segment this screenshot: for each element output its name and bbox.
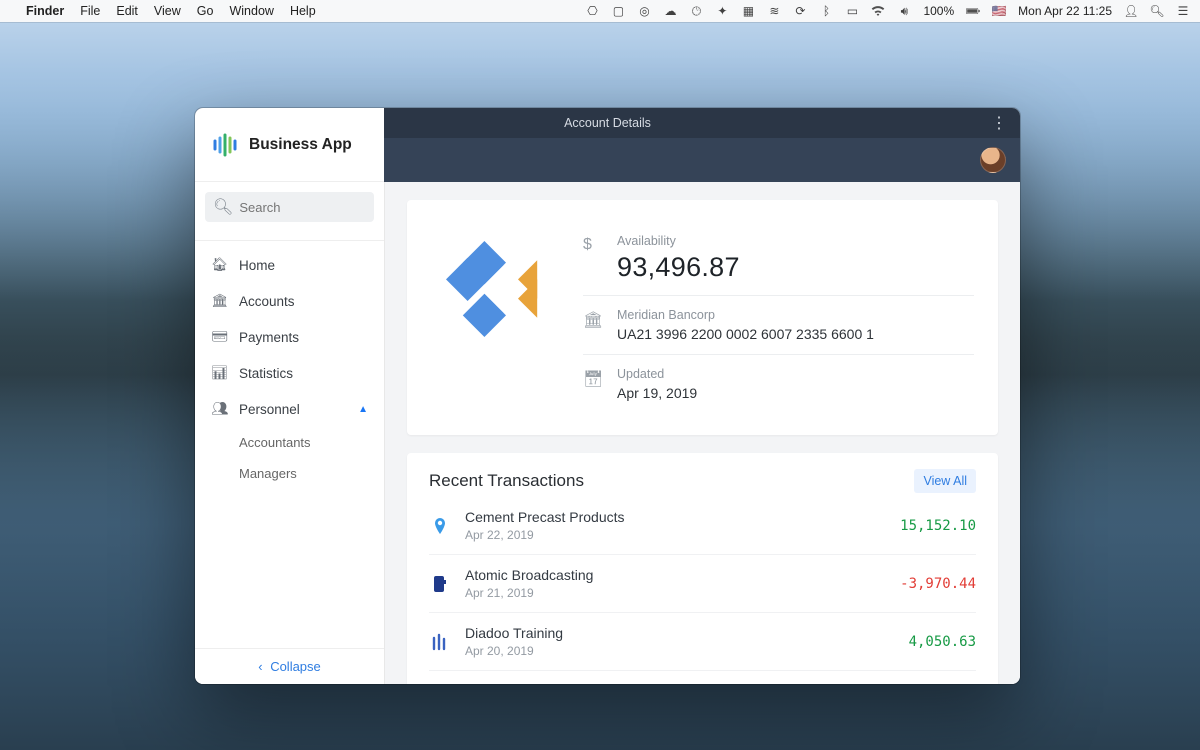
sidebar-header: Business App	[195, 108, 384, 182]
bank-icon: 🏛︎	[583, 308, 603, 342]
menu-window[interactable]: Window	[229, 4, 273, 18]
sidebar: Business App 🔍︎ 🏠︎ Home 🏛︎ Accounts	[195, 182, 385, 684]
collapse-label: Collapse	[270, 659, 321, 674]
transactions-card: Recent Transactions View All Cement Prec…	[407, 453, 998, 684]
transaction-date: Apr 22, 2019	[465, 528, 886, 542]
spotlight-icon[interactable]: 🔍︎	[1150, 4, 1164, 18]
account-logo-icon	[431, 226, 557, 352]
menu-help[interactable]: Help	[290, 4, 316, 18]
calendar-icon: 📅︎	[583, 367, 603, 401]
dropbox-icon[interactable]: ⎔	[585, 4, 599, 18]
sync-icon[interactable]: ⟳	[793, 4, 807, 18]
app-logo-icon	[211, 131, 239, 159]
list-icon[interactable]: ☰	[1176, 4, 1190, 18]
updated-label: Updated	[617, 367, 697, 381]
app-window: Account Details ⋮ ← Lafayette Printing	[195, 108, 1020, 684]
sidebar-item-label: Payments	[239, 330, 299, 345]
availability-label: Availability	[617, 234, 740, 248]
transaction-name: Cement Precast Products	[465, 509, 886, 525]
main-content: $ Availability 93,496.87 🏛︎ Meridian Ban…	[385, 182, 1020, 684]
transaction-amount: 4,050.63	[909, 634, 976, 650]
home-icon: 🏠︎	[211, 257, 227, 273]
transaction-name: Diadoo Training	[465, 625, 895, 641]
sidebar-item-accounts[interactable]: 🏛︎ Accounts	[195, 283, 384, 319]
sidebar-subitem-accountants[interactable]: Accountants	[195, 427, 384, 458]
display-icon[interactable]: ▭	[845, 4, 859, 18]
grid-icon[interactable]: ▦	[741, 4, 755, 18]
search-input[interactable]	[239, 200, 366, 215]
menu-file[interactable]: File	[80, 4, 100, 18]
updated-value: Apr 19, 2019	[617, 385, 697, 401]
menu-go[interactable]: Go	[197, 4, 214, 18]
waves-icon[interactable]: ≋	[767, 4, 781, 18]
search-icon: 🔍︎	[213, 197, 233, 217]
sidebar-item-label: Statistics	[239, 366, 293, 381]
transaction-amount: -3,970.44	[900, 576, 976, 592]
search-input-wrap[interactable]: 🔍︎	[205, 192, 374, 222]
payment-icon: 💳︎	[211, 329, 227, 345]
transaction-row[interactable]: Atomic Broadcasting Apr 21, 2019 -3,970.44	[429, 554, 976, 612]
sidebar-item-label: Home	[239, 258, 275, 273]
bank-name: Meridian Bancorp	[617, 308, 874, 322]
transaction-icon	[429, 631, 451, 653]
sidebar-item-label: Accounts	[239, 294, 295, 309]
account-summary-card: $ Availability 93,496.87 🏛︎ Meridian Ban…	[407, 200, 998, 435]
transaction-amount: 15,152.10	[900, 518, 976, 534]
sidebar-item-personnel[interactable]: 👥︎ Personnel ▲	[195, 391, 384, 427]
caret-up-icon: ▲	[358, 404, 368, 415]
bank-icon: 🏛︎	[211, 293, 227, 309]
menubar-app-name[interactable]: Finder	[26, 4, 64, 18]
sidebar-item-home[interactable]: 🏠︎ Home	[195, 247, 384, 283]
chevron-left-icon: ‹	[258, 659, 262, 674]
sidebar-item-payments[interactable]: 💳︎ Payments	[195, 319, 384, 355]
wifi-icon[interactable]	[871, 4, 885, 18]
flame-icon[interactable]: ✦	[715, 4, 729, 18]
transaction-row[interactable]: Diadoo Training Apr 20, 2019 4,050.63	[429, 612, 976, 670]
record-icon[interactable]: ▢	[611, 4, 625, 18]
availability-value: 93,496.87	[617, 252, 740, 283]
personnel-icon: 👥︎	[211, 401, 227, 417]
macos-menubar: Finder File Edit View Go Window Help ⎔ ▢…	[0, 0, 1200, 22]
transaction-icon	[429, 573, 451, 595]
flag-icon[interactable]: 🇺🇸	[992, 4, 1006, 18]
battery-icon[interactable]	[966, 4, 980, 18]
transaction-date: Apr 20, 2019	[465, 644, 895, 658]
transaction-icon	[429, 515, 451, 537]
avatar[interactable]	[980, 147, 1006, 173]
battery-percent[interactable]: 100%	[923, 4, 954, 18]
dollar-icon: $	[583, 234, 603, 283]
circle-icon[interactable]: ◎	[637, 4, 651, 18]
transaction-date: Apr 21, 2019	[465, 586, 886, 600]
menu-edit[interactable]: Edit	[116, 4, 138, 18]
stats-icon: 📊︎	[211, 365, 227, 381]
sidebar-subitem-managers[interactable]: Managers	[195, 458, 384, 489]
view-all-button[interactable]: View All	[914, 469, 976, 493]
user-icon[interactable]: 👤︎	[1124, 4, 1138, 18]
app-name: Business App	[249, 136, 352, 154]
menubar-clock[interactable]: Mon Apr 22 11:25	[1018, 4, 1112, 18]
sidebar-item-label: Personnel	[239, 402, 300, 417]
transaction-row[interactable]: Sharpe GeneticsApr 19, 2019-4,571.80	[429, 670, 976, 684]
more-options-icon[interactable]: ⋮	[991, 113, 1008, 133]
bluetooth-icon[interactable]: ᛒ	[819, 4, 833, 18]
transactions-title: Recent Transactions	[429, 471, 584, 491]
transaction-row[interactable]: Cement Precast Products Apr 22, 2019 15,15…	[429, 497, 976, 554]
volume-icon[interactable]: 🔊︎	[897, 4, 911, 18]
transaction-name: Sharpe Genetics	[465, 683, 886, 684]
iban-value: UA21 3996 2200 0002 6007 2335 6600 1	[617, 326, 874, 342]
clock-icon[interactable]: 🕑︎	[689, 4, 703, 18]
transaction-name: Atomic Broadcasting	[465, 567, 886, 583]
menu-view[interactable]: View	[154, 4, 181, 18]
collapse-button[interactable]: ‹ Collapse	[195, 648, 384, 684]
cloud-icon[interactable]: ☁︎	[663, 4, 677, 18]
sidebar-item-statistics[interactable]: 📊︎ Statistics	[195, 355, 384, 391]
